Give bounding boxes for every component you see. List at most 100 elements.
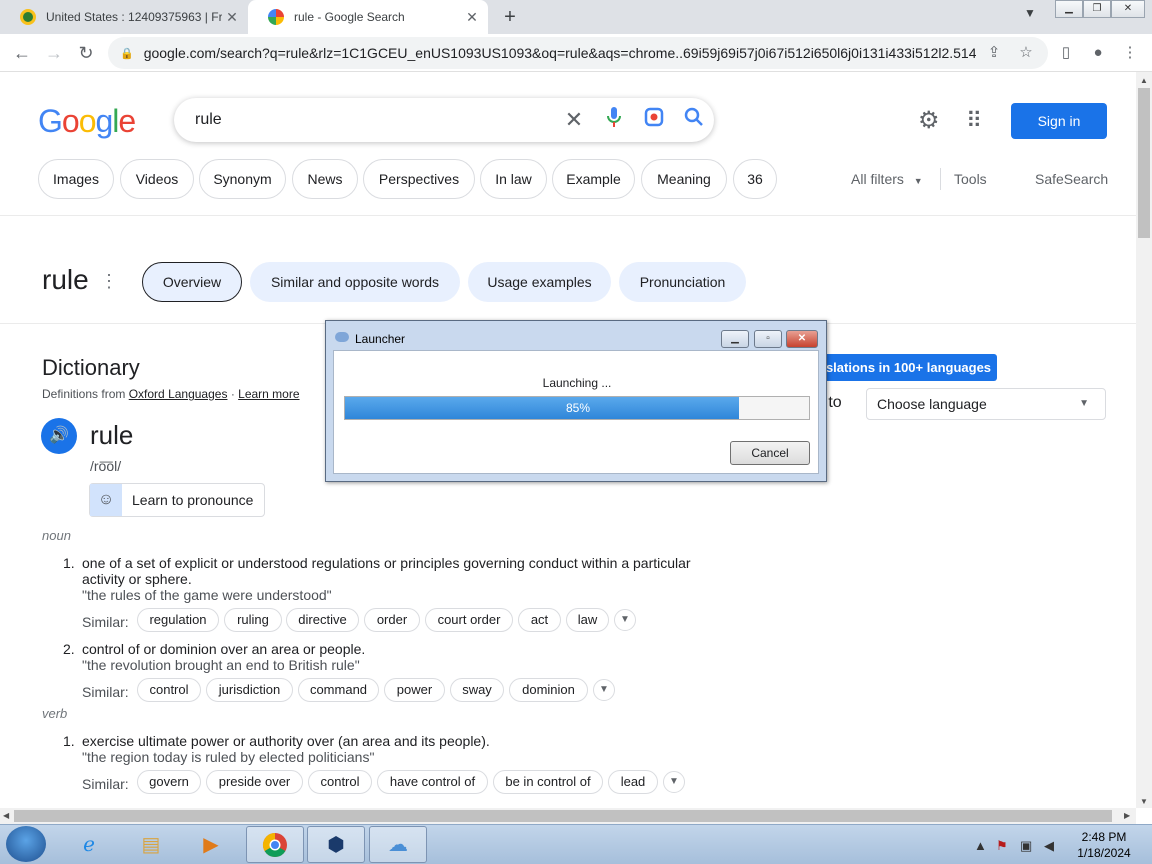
side-panel-icon[interactable]: ▯: [1056, 43, 1076, 63]
learn-to-pronounce-button[interactable]: ☺ Learn to pronounce: [89, 483, 265, 517]
system-clock[interactable]: 2:48 PM 1/18/2024: [1066, 829, 1142, 861]
synonym-chip[interactable]: control: [308, 770, 372, 794]
internet-explorer-icon[interactable]: ℯ: [60, 826, 118, 863]
synonym-chip[interactable]: law: [566, 608, 609, 632]
synonym-chip[interactable]: have control of: [377, 770, 488, 794]
settings-gear-icon[interactable]: ⚙: [918, 106, 940, 135]
synonym-chip[interactable]: power: [384, 678, 445, 702]
chip-videos[interactable]: Videos: [120, 159, 194, 199]
synonym-chip[interactable]: order: [364, 608, 420, 632]
search-box[interactable]: rule ✕: [174, 98, 714, 142]
scroll-down-arrow-icon[interactable]: ▼: [1140, 797, 1148, 806]
launcher-cloud-icon[interactable]: ☁: [369, 826, 427, 863]
address-bar[interactable]: 🔒 google.com/search?q=rule&rlz=1C1GCEU_e…: [108, 37, 1048, 69]
chip-synonym[interactable]: Synonym: [199, 159, 286, 199]
scroll-up-arrow-icon[interactable]: ▲: [1140, 76, 1148, 85]
speaker-icon[interactable]: 🔊: [41, 418, 77, 454]
voice-search-icon[interactable]: [594, 106, 634, 134]
vertical-scroll-thumb[interactable]: [1138, 88, 1150, 238]
forward-arrow-icon[interactable]: →: [43, 42, 65, 64]
dialog-close-button[interactable]: ✕: [786, 330, 818, 348]
cancel-button[interactable]: Cancel: [730, 441, 810, 465]
chip-36[interactable]: 36: [733, 159, 777, 199]
chip-perspectives[interactable]: Perspectives: [363, 159, 475, 199]
synonym-chip[interactable]: lead: [608, 770, 658, 794]
oxford-languages-link[interactable]: Oxford Languages: [129, 387, 228, 401]
back-arrow-icon[interactable]: ←: [11, 42, 33, 64]
google-apps-icon[interactable]: ⠿: [966, 108, 982, 134]
tab-pronunciation[interactable]: Pronunciation: [619, 262, 746, 302]
tab-search-chevron-icon[interactable]: ▼: [1024, 6, 1036, 20]
browser-tab-google[interactable]: rule - Google Search ✕: [248, 0, 488, 34]
expand-chevron-icon[interactable]: ▼: [593, 679, 615, 701]
synonym-chip[interactable]: regulation: [137, 608, 219, 632]
tab-overview[interactable]: Overview: [142, 262, 242, 302]
google-logo[interactable]: Google: [38, 103, 136, 140]
volume-muted-icon[interactable]: ◀: [1044, 838, 1054, 854]
part-of-speech-verb: verb: [42, 706, 68, 721]
search-input[interactable]: rule: [195, 111, 554, 129]
scroll-left-arrow-icon[interactable]: ◀: [3, 811, 9, 820]
media-player-icon[interactable]: ▶: [182, 826, 240, 863]
expand-chevron-icon[interactable]: ▼: [663, 771, 685, 793]
close-tab-icon[interactable]: ✕: [462, 9, 482, 26]
synonym-chip[interactable]: be in control of: [493, 770, 603, 794]
chip-images[interactable]: Images: [38, 159, 114, 199]
synonym-chip[interactable]: sway: [450, 678, 504, 702]
synonym-chip[interactable]: jurisdiction: [206, 678, 293, 702]
synonym-chip[interactable]: preside over: [206, 770, 303, 794]
synonym-chip[interactable]: govern: [137, 770, 201, 794]
dialog-minimize-button[interactable]: ▁: [721, 330, 749, 348]
bookmark-star-icon[interactable]: ☆: [1016, 43, 1036, 63]
synonym-chip[interactable]: dominion: [509, 678, 588, 702]
tray-expand-icon[interactable]: ▲: [974, 838, 987, 853]
face-profile-icon: ☺: [90, 484, 122, 516]
search-icon[interactable]: [674, 107, 714, 133]
caret-down-icon: ▼: [913, 176, 923, 186]
more-options-icon[interactable]: ⋮: [100, 271, 118, 292]
all-filters-button[interactable]: All filters ▼: [851, 171, 923, 187]
definition-example: "the region today is ruled by elected po…: [82, 749, 375, 765]
synonym-chip[interactable]: court order: [425, 608, 513, 632]
chip-meaning[interactable]: Meaning: [641, 159, 727, 199]
reload-icon[interactable]: ↻: [75, 42, 97, 64]
chip-in-law[interactable]: In law: [480, 159, 547, 199]
learn-more-link[interactable]: Learn more: [238, 387, 299, 401]
synonym-chip[interactable]: control: [137, 678, 201, 702]
safesearch-button[interactable]: SafeSearch: [1035, 171, 1108, 187]
synonym-chip[interactable]: ruling: [224, 608, 282, 632]
close-window-button[interactable]: ✕: [1111, 0, 1145, 18]
lens-search-icon[interactable]: [634, 107, 674, 133]
chrome-taskbar-icon[interactable]: [246, 826, 304, 863]
profile-avatar-icon[interactable]: ●: [1088, 43, 1108, 63]
virtualbox-icon[interactable]: ⬢: [307, 826, 365, 863]
synonym-chip[interactable]: act: [518, 608, 561, 632]
share-icon[interactable]: ⇪: [984, 43, 1004, 63]
file-explorer-icon[interactable]: ▤: [122, 826, 180, 863]
close-tab-icon[interactable]: ✕: [222, 9, 242, 26]
dialog-maximize-button[interactable]: ▫: [754, 330, 782, 348]
translations-button[interactable]: nslations in 100+ languages: [800, 354, 997, 381]
synonym-chip[interactable]: command: [298, 678, 379, 702]
start-button[interactable]: [6, 826, 46, 862]
expand-chevron-icon[interactable]: ▼: [614, 609, 636, 631]
definition-number: 2.: [63, 641, 75, 657]
chip-news[interactable]: News: [292, 159, 358, 199]
browser-tab-phone[interactable]: United States : 12409375963 | Fre ✕: [0, 0, 248, 34]
clear-search-icon[interactable]: ✕: [554, 107, 594, 133]
sign-in-button[interactable]: Sign in: [1011, 103, 1107, 139]
restore-window-button[interactable]: ❐: [1083, 0, 1111, 18]
language-select[interactable]: Choose language ▼: [866, 388, 1106, 420]
synonym-chip[interactable]: directive: [286, 608, 359, 632]
browser-menu-icon[interactable]: ⋮: [1120, 43, 1140, 63]
horizontal-scroll-thumb[interactable]: [14, 810, 1112, 822]
network-icon[interactable]: ▣: [1020, 838, 1032, 854]
minimize-window-button[interactable]: ▁: [1055, 0, 1083, 18]
scroll-right-arrow-icon[interactable]: ▶: [1124, 811, 1130, 820]
new-tab-button[interactable]: +: [498, 5, 522, 29]
tab-usage-examples[interactable]: Usage examples: [468, 262, 611, 302]
action-center-flag-icon[interactable]: ⚑: [996, 838, 1008, 854]
chip-example[interactable]: Example: [552, 159, 635, 199]
tab-similar-opposite[interactable]: Similar and opposite words: [250, 262, 460, 302]
tools-button[interactable]: Tools: [954, 171, 987, 187]
